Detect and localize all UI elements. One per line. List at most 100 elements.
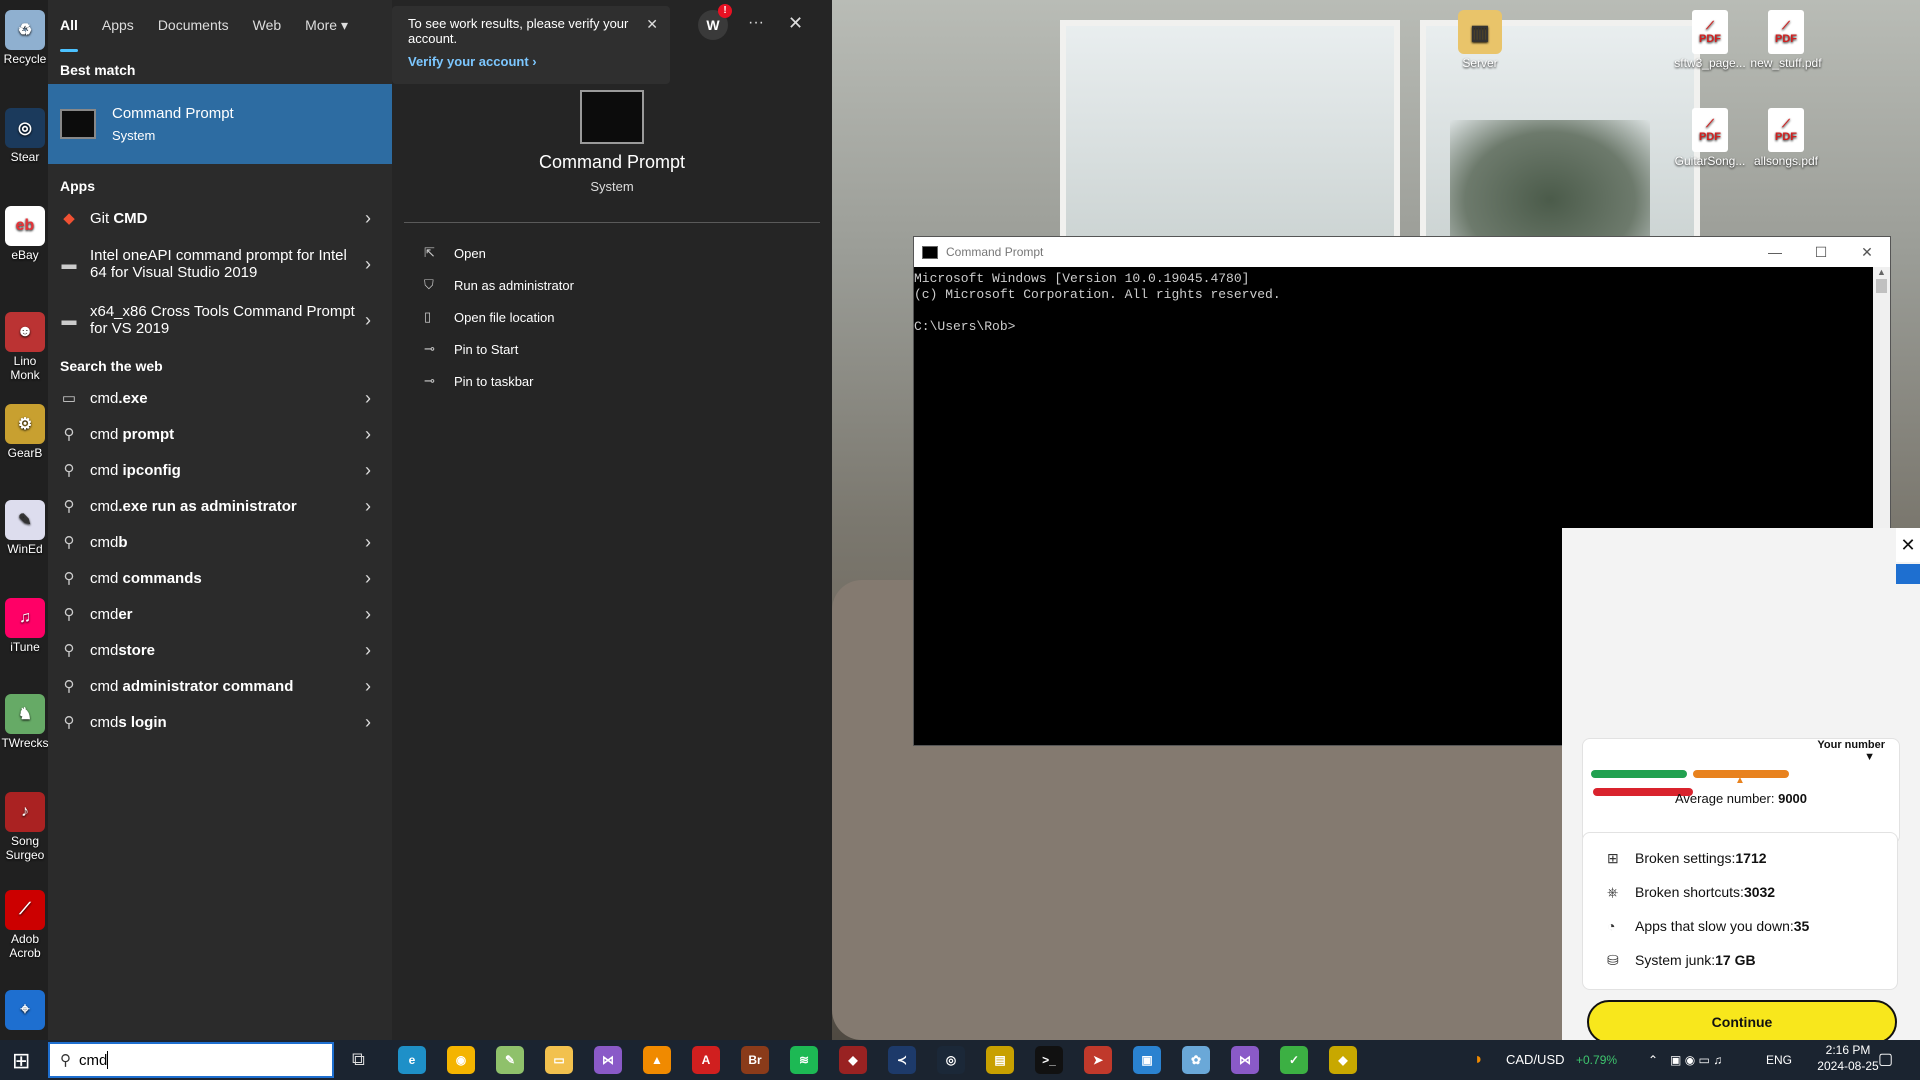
acrobat-icon[interactable]: A: [692, 1046, 720, 1074]
web-result[interactable]: ▭ cmd.exe ›: [48, 380, 392, 416]
notepad-plus-icon[interactable]: ✎: [496, 1046, 524, 1074]
scroll-thumb[interactable]: [1876, 279, 1887, 293]
chevron-right-icon[interactable]: ›: [356, 676, 380, 697]
action-pin-to-start[interactable]: ⊸ Pin to Start: [392, 333, 832, 365]
desktop-icon-twrecks[interactable]: ♞ TWrecks: [0, 694, 50, 750]
web-result[interactable]: ⚲ cmd ipconfig ›: [48, 452, 392, 488]
chevron-right-icon[interactable]: ›: [356, 532, 380, 553]
ticker-widget[interactable]: ◗: [1474, 1040, 1484, 1080]
vlc-icon[interactable]: ▲: [643, 1046, 671, 1074]
web-result[interactable]: ⚲ cmdb ›: [48, 524, 392, 560]
desktop-icon-pdf[interactable]: ⟋ PDF GuitarSong...: [1670, 108, 1750, 168]
task-view-button[interactable]: ⧉: [352, 1049, 365, 1070]
web-result[interactable]: ⚲ cmds login ›: [48, 704, 392, 740]
best-match-title: Command Prompt: [112, 105, 234, 122]
console-output[interactable]: Microsoft Windows [Version 10.0.19045.47…: [914, 267, 1890, 335]
desktop-icon-label: WinEd: [7, 542, 43, 556]
edge-icon[interactable]: e: [398, 1046, 426, 1074]
paint-icon[interactable]: ✿: [1182, 1046, 1210, 1074]
command-prompt-titlebar[interactable]: Command Prompt — ☐ ✕: [914, 237, 1890, 267]
maximize-button[interactable]: ☐: [1798, 244, 1844, 261]
visual-studio-2-icon[interactable]: ⋈: [1231, 1046, 1259, 1074]
close-button[interactable]: ✕: [1844, 244, 1890, 261]
search-input[interactable]: ⚲ cmd: [48, 1042, 334, 1078]
chrome-icon[interactable]: ◉: [447, 1046, 475, 1074]
game-icon[interactable]: ◆: [839, 1046, 867, 1074]
desktop-icon-ebay[interactable]: eb eBay: [0, 206, 50, 262]
desktop-icon-itunes[interactable]: ♫ iTune: [0, 598, 50, 654]
desktop-icon-wined[interactable]: ✎ WinEd: [0, 500, 50, 556]
best-match-command-prompt[interactable]: Command Prompt System: [48, 84, 392, 164]
desktop-icon-acrobat[interactable]: ⟋ Adob Acrob: [0, 890, 50, 960]
action-open[interactable]: ⇱ Open: [392, 237, 832, 269]
tab-all[interactable]: All: [48, 0, 90, 52]
desktop-icon-server[interactable]: ▥ Server: [1440, 10, 1520, 70]
system-tray-icons[interactable]: ▣ ◉ ▭ ♫: [1670, 1040, 1722, 1080]
desktop-icon-pdf[interactable]: ⟋ PDF sftw3_page...: [1670, 10, 1750, 70]
chevron-right-icon[interactable]: ›: [356, 640, 380, 661]
chevron-right-icon[interactable]: ›: [356, 604, 380, 625]
action-run-as-administrator[interactable]: ⛉ Run as administrator: [392, 269, 832, 301]
chevron-right-icon[interactable]: ›: [356, 424, 380, 445]
desktop-icon-gearbox[interactable]: ⚙ GearB: [0, 404, 50, 460]
chevron-right-icon[interactable]: ›: [356, 568, 380, 589]
chevron-right-icon[interactable]: ›: [356, 310, 380, 331]
minimize-button[interactable]: —: [1752, 244, 1798, 260]
winrar-icon[interactable]: ▤: [986, 1046, 1014, 1074]
web-result[interactable]: ⚲ cmd.exe run as administrator ›: [48, 488, 392, 524]
stat-value: 3032: [1743, 884, 1776, 900]
desktop-icon-pdf[interactable]: ⟋ PDF new_stuff.pdf: [1746, 10, 1826, 70]
action-pin-to-taskbar[interactable]: ⊸ Pin to taskbar: [392, 365, 832, 397]
chevron-right-icon[interactable]: ›: [356, 388, 380, 409]
photos-icon[interactable]: ▣: [1133, 1046, 1161, 1074]
terminal-icon[interactable]: >_: [1035, 1046, 1063, 1074]
desktop-icon-recycle-bin[interactable]: ♻ Recycle: [0, 10, 50, 66]
web-result[interactable]: ⚲ cmd administrator command ›: [48, 668, 392, 704]
desktop-icon-steam[interactable]: ◎ Stear: [0, 108, 50, 164]
web-result[interactable]: ⚲ cmd prompt ›: [48, 416, 392, 452]
notifications-button[interactable]: ▢: [1878, 1040, 1893, 1080]
web-result[interactable]: ⚲ cmd commands ›: [48, 560, 392, 596]
continue-button[interactable]: Continue: [1587, 1000, 1897, 1044]
web-result[interactable]: ⚲ cmdstore ›: [48, 632, 392, 668]
action-open-file-location[interactable]: ▯ Open file location: [392, 301, 832, 333]
start-button[interactable]: ⊞: [12, 1048, 30, 1074]
spotify-icon[interactable]: ≋: [790, 1046, 818, 1074]
check-app-icon[interactable]: ✓: [1280, 1046, 1308, 1074]
app-result-intel-oneapi[interactable]: ▬ Intel oneAPI command prompt for Intel …: [48, 236, 392, 292]
close-notification-button[interactable]: ✕: [646, 16, 658, 33]
tab-apps[interactable]: Apps: [90, 0, 146, 52]
search-icon: ⚲: [63, 534, 75, 551]
desktop-icon-song-surgeon[interactable]: ♪ Song Surgeo: [0, 792, 50, 862]
file-explorer-icon[interactable]: ▭: [545, 1046, 573, 1074]
close-search-button[interactable]: ✕: [788, 13, 803, 34]
verify-account-link[interactable]: Verify your account ›: [408, 54, 654, 69]
scroll-up-icon[interactable]: ▲: [1873, 267, 1890, 277]
vs-code-icon[interactable]: ≺: [888, 1046, 916, 1074]
show-hidden-icons-button[interactable]: ⌃: [1648, 1040, 1658, 1080]
tab-documents[interactable]: Documents: [146, 0, 241, 52]
desktop-icon-lino-monk[interactable]: ☻ Lino Monk: [0, 312, 50, 382]
chevron-right-icon[interactable]: ›: [356, 496, 380, 517]
more-options-button[interactable]: ···: [748, 14, 764, 32]
desktop-icon-pdf[interactable]: ⟋ PDF allsongs.pdf: [1746, 108, 1826, 168]
language-indicator[interactable]: ENG: [1766, 1040, 1792, 1080]
clock[interactable]: 2:16 PM 2024-08-25: [1808, 1042, 1888, 1078]
app-result-x64-cross-tools[interactable]: ▬ x64_x86 Cross Tools Command Prompt for…: [48, 292, 392, 348]
chevron-right-icon[interactable]: ›: [356, 460, 380, 481]
bridge-icon[interactable]: Br: [741, 1046, 769, 1074]
chevron-right-icon[interactable]: ›: [356, 208, 380, 229]
git-gui-icon[interactable]: ◆: [1329, 1046, 1357, 1074]
desktop-icon-maps[interactable]: ⌖: [0, 990, 50, 1032]
steam-taskbar-icon[interactable]: ◎: [937, 1046, 965, 1074]
pointer-app-icon[interactable]: ➤: [1084, 1046, 1112, 1074]
tab-more[interactable]: More ▾: [293, 0, 360, 52]
ticker-label[interactable]: CAD/USD: [1506, 1040, 1565, 1080]
app-result-git-cmd[interactable]: ◆ Git CMD ›: [48, 200, 392, 236]
visual-studio-icon[interactable]: ⋈: [594, 1046, 622, 1074]
chevron-right-icon[interactable]: ›: [356, 254, 380, 275]
chevron-right-icon[interactable]: ›: [356, 712, 380, 733]
tab-web[interactable]: Web: [241, 0, 294, 52]
close-cleaner-button[interactable]: ✕: [1896, 528, 1920, 562]
web-result[interactable]: ⚲ cmder ›: [48, 596, 392, 632]
